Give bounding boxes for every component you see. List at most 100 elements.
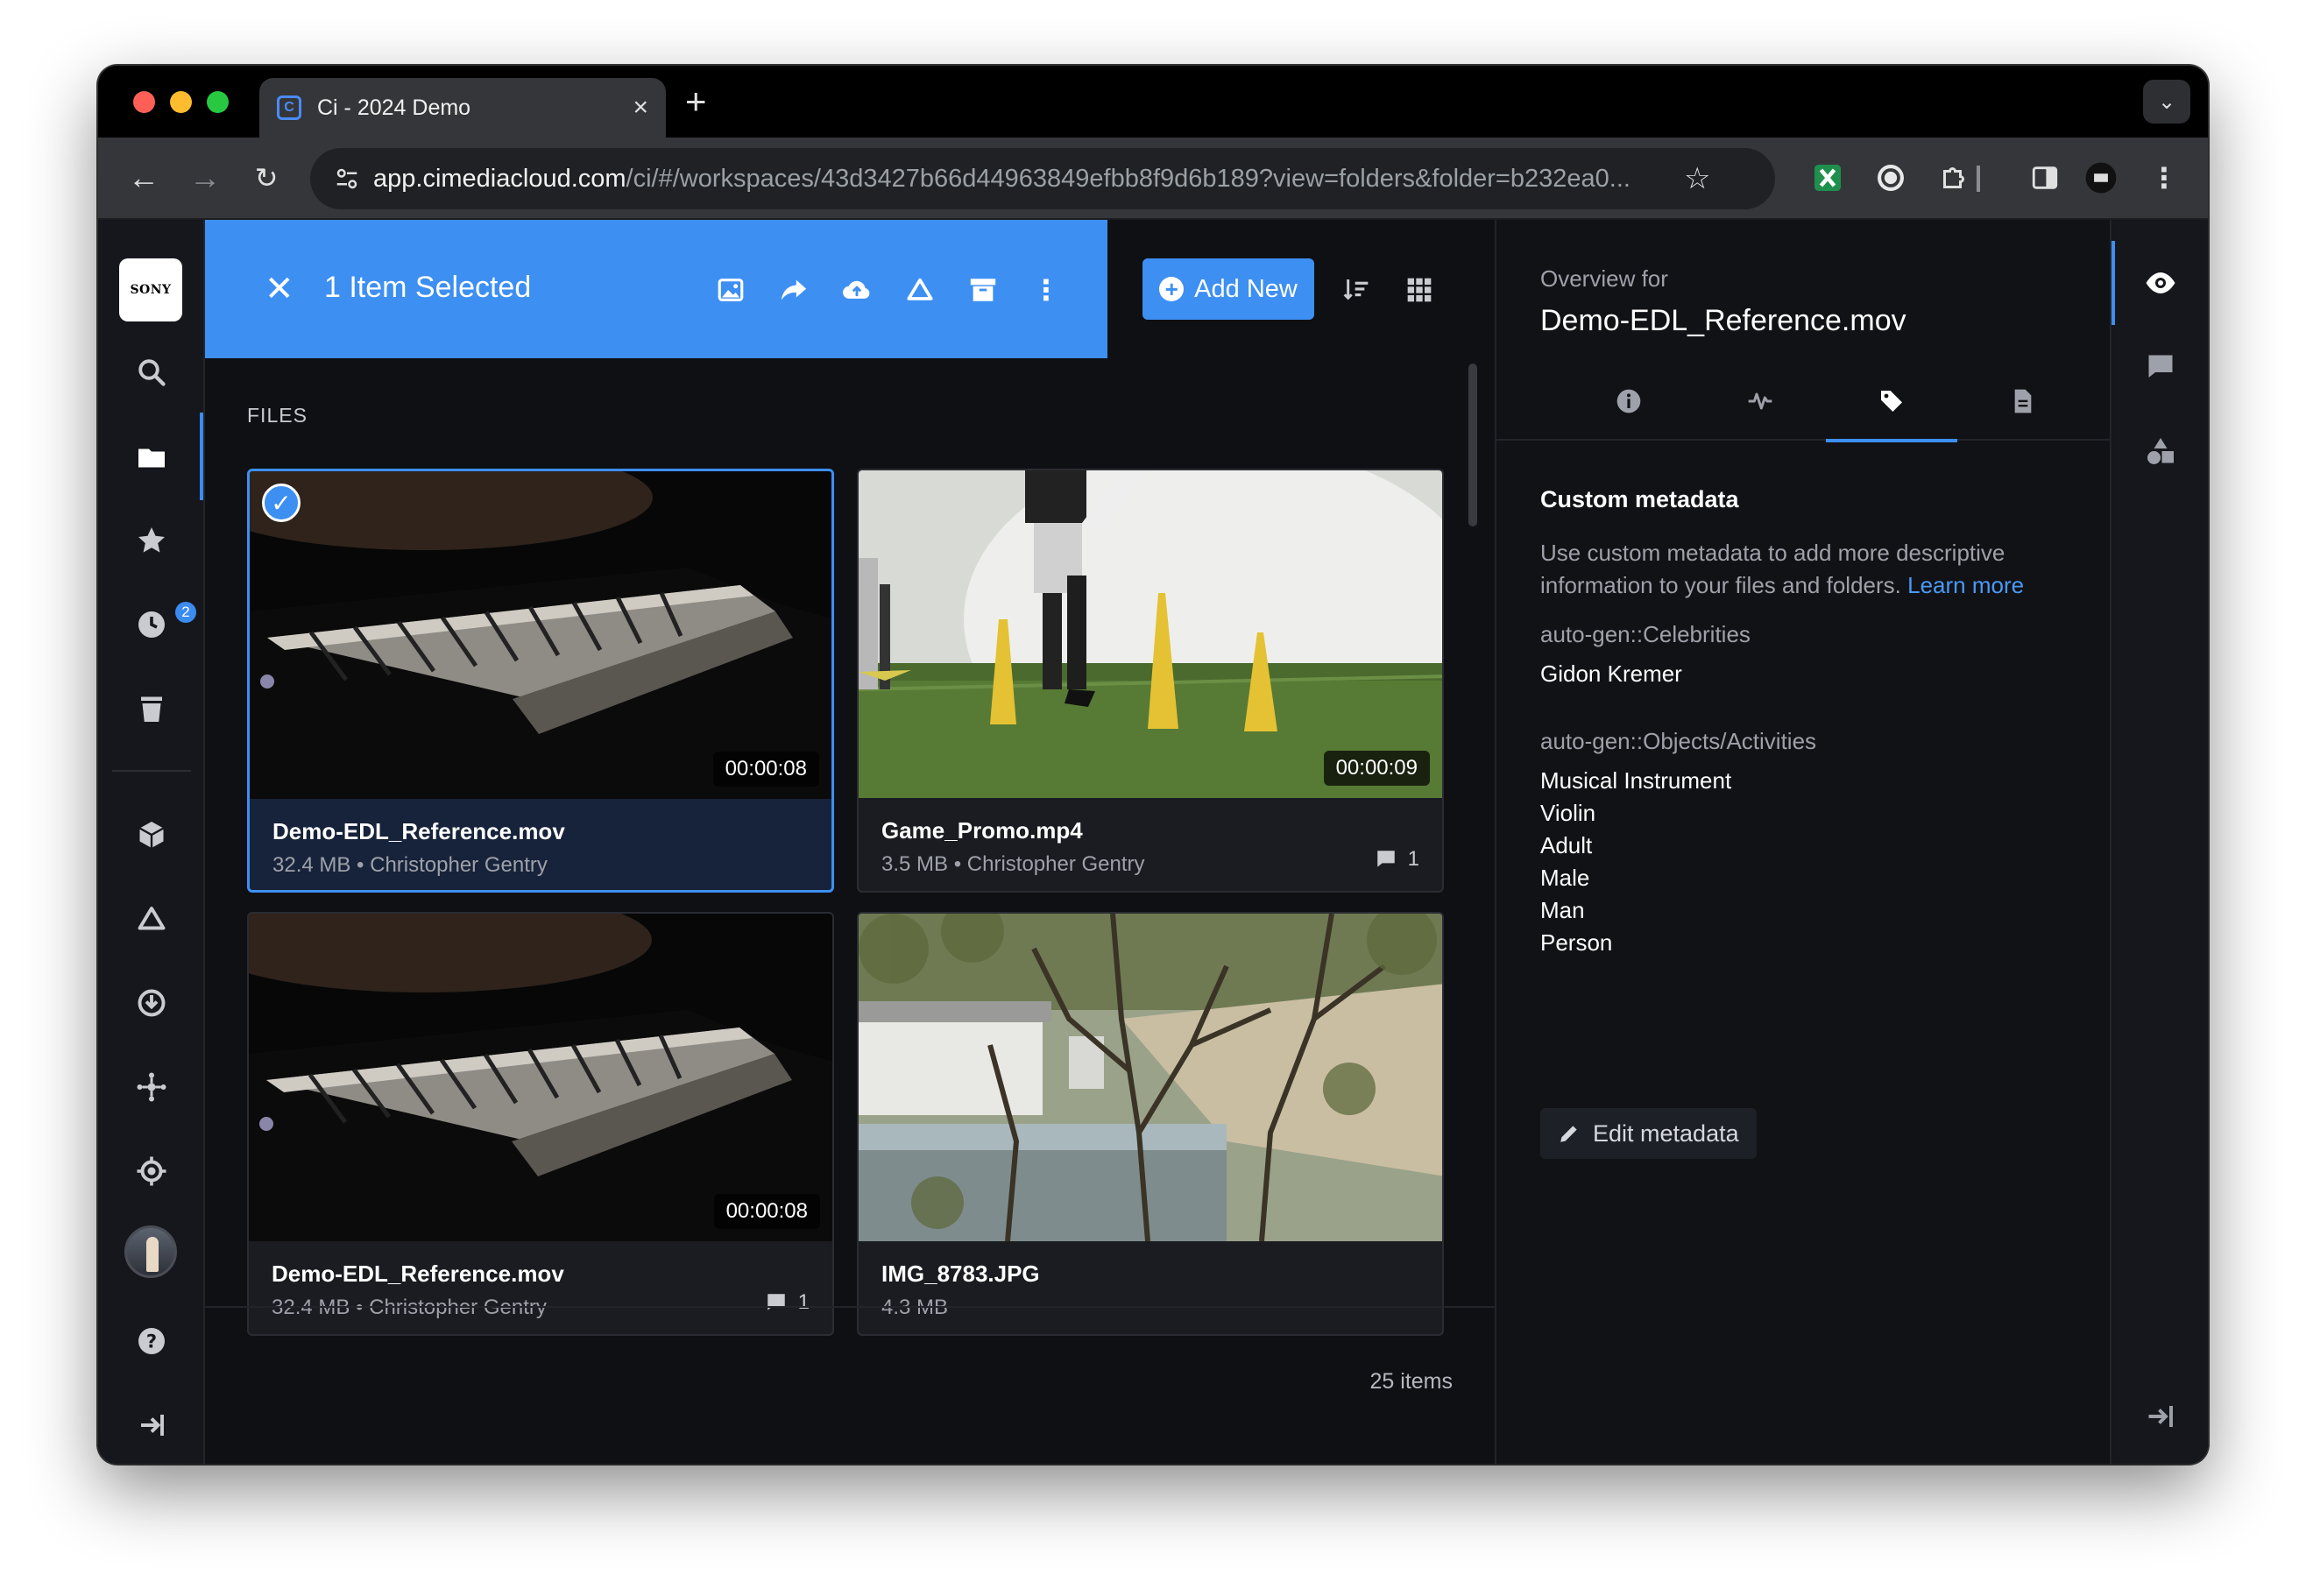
comment-count[interactable]: 1: [765, 1290, 810, 1315]
file-card[interactable]: IMG_8783.JPG 4.3 MB: [857, 912, 1444, 1336]
help-icon[interactable]: ?: [98, 1310, 205, 1373]
extensions-puzzle-icon[interactable]: [1933, 157, 1975, 199]
clear-selection-icon[interactable]: ✕: [265, 269, 294, 309]
video-thumbnail: 00:00:08: [249, 914, 832, 1241]
eye-icon[interactable]: [2111, 248, 2208, 318]
sony-logo[interactable]: SONY: [119, 258, 182, 321]
metadata-value: Person: [1540, 929, 1613, 956]
archive-icon[interactable]: [964, 271, 1002, 309]
more-icon[interactable]: ⋮: [1027, 271, 1065, 309]
cloud-outline-icon[interactable]: [901, 271, 939, 309]
app-root: SONY 2 ? ✕ 1 Item Selected ⋮ + Add New F…: [98, 220, 2208, 1464]
files-content: FILES 00:00:08 ✓ Demo-EDL_Reference.mov …: [205, 358, 1495, 1464]
close-window-button[interactable]: [133, 91, 155, 113]
metadata-value: Adult: [1540, 832, 1593, 858]
cloud-icon[interactable]: [98, 887, 205, 950]
forward-button[interactable]: →: [182, 155, 228, 201]
profile-avatar-icon[interactable]: [2080, 157, 2122, 199]
reload-button[interactable]: ↻: [244, 155, 289, 201]
selection-bar: ✕ 1 Item Selected ⋮: [205, 220, 1107, 358]
url-path: /ci/#/workspaces/43d3427b66d44963849efbb…: [626, 164, 1630, 193]
toolbar-divider: [1977, 166, 1980, 192]
ci-favicon-icon: C: [277, 95, 301, 120]
custom-metadata-description: Use custom metadata to add more descript…: [1540, 537, 2066, 602]
tab-title: Ci - 2024 Demo: [317, 95, 471, 120]
file-meta: 4.3 MB: [881, 1296, 949, 1319]
learn-more-link[interactable]: Learn more: [1907, 572, 2024, 598]
url-host: app.cimediacloud.com: [373, 164, 626, 193]
info-icon[interactable]: [1563, 362, 1694, 441]
comment-count-value: 1: [797, 1290, 810, 1314]
download-icon[interactable]: [98, 971, 205, 1035]
pencil-icon: [1560, 1126, 1577, 1142]
file-card[interactable]: 00:00:08 ✓ Demo-EDL_Reference.mov 32.4 M…: [247, 469, 834, 893]
avatar[interactable]: [124, 1225, 177, 1278]
trash-icon[interactable]: [98, 677, 205, 740]
file-meta: 32.4 MB • Christopher Gentry: [272, 1296, 547, 1319]
metadata-value: Male: [1540, 865, 1590, 891]
active-nav-indicator: [200, 413, 203, 500]
image-icon[interactable]: [711, 271, 750, 309]
file-card[interactable]: 00:00:09 Game_Promo.mp4 3.5 MB • Christo…: [857, 469, 1444, 893]
activity-icon[interactable]: [1694, 362, 1826, 441]
add-new-label: Add New: [1194, 274, 1298, 303]
cube-icon[interactable]: [98, 803, 205, 866]
items-count: 25 items: [1369, 1369, 1453, 1394]
comment-count[interactable]: 1: [1375, 847, 1419, 872]
target-icon[interactable]: [98, 1140, 205, 1203]
maximize-window-button[interactable]: [207, 91, 229, 113]
file-name: IMG_8783.JPG: [881, 1261, 1040, 1287]
grammarly-extension-icon[interactable]: [1870, 157, 1912, 199]
content-scrollbar[interactable]: [1468, 364, 1477, 526]
site-settings-icon[interactable]: [329, 161, 364, 196]
excel-extension-icon[interactable]: [1807, 157, 1849, 199]
browser-toolbar: ← → ↻ app.cimediacloud.com/ci/#/workspac…: [98, 138, 2208, 220]
video-duration: 00:00:08: [713, 1194, 820, 1229]
bookmark-star-icon[interactable]: ☆: [1684, 161, 1710, 196]
svg-text:?: ?: [146, 1331, 157, 1352]
browser-tab[interactable]: C Ci - 2024 Demo ×: [259, 78, 666, 138]
folder-icon[interactable]: [98, 427, 205, 490]
tab-close-icon[interactable]: ×: [633, 93, 648, 123]
minimize-window-button[interactable]: [170, 91, 192, 113]
clock-icon[interactable]: 2: [98, 593, 205, 656]
selected-check-icon[interactable]: ✓: [262, 484, 301, 522]
file-meta: 32.4 MB • Christopher Gentry: [272, 853, 548, 877]
comments-icon[interactable]: [2111, 332, 2208, 402]
back-button[interactable]: ←: [121, 155, 166, 201]
edit-metadata-label: Edit metadata: [1593, 1119, 1739, 1147]
new-tab-button[interactable]: +: [685, 78, 707, 125]
shapes-icon[interactable]: [2111, 416, 2208, 486]
files-section-label: FILES: [247, 404, 308, 427]
document-icon[interactable]: [1957, 362, 2089, 441]
network-icon[interactable]: [98, 1056, 205, 1119]
metadata-key: auto-gen::Objects/Activities: [1540, 728, 1817, 754]
content-divider: [205, 1306, 1495, 1308]
video-duration: 00:00:08: [712, 752, 819, 787]
cloud-upload-icon[interactable]: [838, 271, 876, 309]
plus-icon: +: [1159, 277, 1185, 301]
add-new-button[interactable]: + Add New: [1142, 258, 1314, 320]
logout-icon[interactable]: [98, 1394, 205, 1457]
browser-menu-icon[interactable]: ⋮: [2143, 157, 2185, 199]
collapse-panel-icon[interactable]: [2111, 1381, 2208, 1451]
side-panel-icon[interactable]: [2024, 157, 2066, 199]
panel-tabs: [1496, 362, 2110, 442]
tag-icon[interactable]: [1826, 362, 1957, 442]
sort-icon[interactable]: [1339, 272, 1374, 307]
metadata-value: Violin: [1540, 800, 1596, 826]
edit-metadata-button[interactable]: Edit metadata: [1540, 1108, 1757, 1159]
comment-count-value: 1: [1407, 847, 1419, 871]
tab-search-button[interactable]: ⌄: [2143, 80, 2190, 124]
file-card[interactable]: 00:00:08 Demo-EDL_Reference.mov 32.4 MB …: [247, 912, 834, 1336]
tab-strip: C Ci - 2024 Demo × + ⌄: [98, 66, 2208, 138]
nav-divider: [112, 770, 191, 772]
video-thumbnail: 00:00:09: [859, 470, 1442, 798]
share-icon[interactable]: [775, 271, 813, 309]
grid-view-icon[interactable]: [1402, 272, 1437, 307]
metadata-value: Man: [1540, 897, 1585, 923]
address-bar[interactable]: app.cimediacloud.com/ci/#/workspaces/43d…: [310, 148, 1775, 209]
video-thumbnail: 00:00:08 ✓: [250, 471, 831, 799]
star-icon[interactable]: [98, 509, 205, 572]
search-icon[interactable]: [98, 341, 205, 404]
